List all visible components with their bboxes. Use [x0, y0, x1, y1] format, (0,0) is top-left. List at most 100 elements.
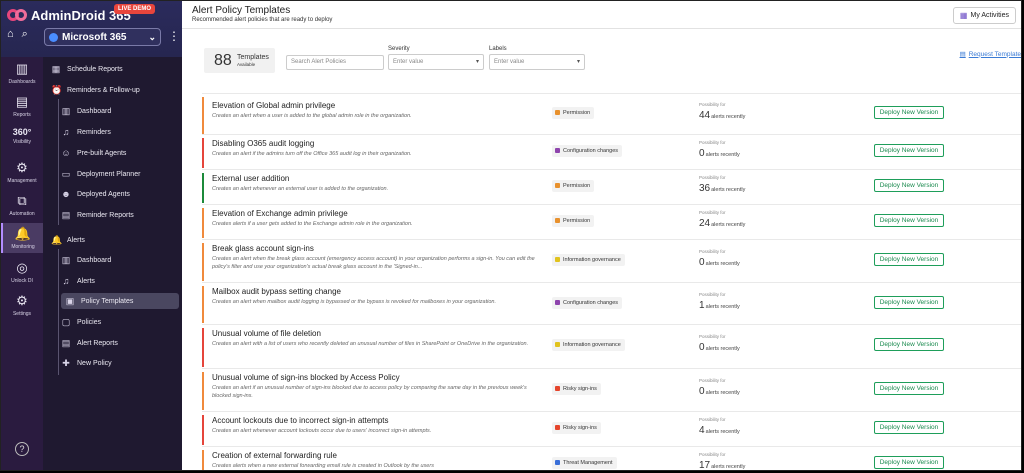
template-title[interactable]: Elevation of Exchange admin privilege — [212, 209, 348, 218]
dashboards-icon: ▥ — [15, 61, 29, 76]
rail-unlock-di[interactable]: ◎ Unlock DI — [1, 260, 43, 284]
rail-settings[interactable]: ⚙ Settings — [1, 293, 43, 317]
label-color-icon — [555, 183, 560, 188]
policy-icon: ▢ — [61, 316, 71, 327]
template-title[interactable]: Unusual volume of file deletion — [212, 329, 321, 338]
deploy-new-version-button[interactable]: Deploy New Version — [874, 214, 944, 227]
list-item[interactable]: Elevation of Global admin privilege Crea… — [202, 93, 1021, 134]
template-title[interactable]: External user addition — [212, 174, 289, 183]
list-item[interactable]: Unusual volume of file deletion Creates … — [202, 324, 1021, 368]
labels-select[interactable]: Enter value ▾ — [489, 54, 585, 70]
agent-icon: ☺ — [61, 148, 71, 158]
tenant-selector[interactable]: Microsoft 365 ⌄ — [44, 28, 161, 46]
page-title: Alert Policy Templates — [192, 5, 291, 16]
list-item[interactable]: External user addition Creates an alert … — [202, 169, 1021, 204]
calendar-icon: ▦ — [51, 63, 61, 74]
list-item[interactable]: Account lockouts due to incorrect sign-i… — [202, 411, 1021, 446]
rail-visibility[interactable]: 360° Visibility — [1, 127, 43, 145]
rail-management[interactable]: ⚙ Management — [1, 160, 43, 184]
search-input[interactable]: Search Alert Policies — [286, 55, 384, 70]
list-item[interactable]: Mailbox audit bypass setting change Crea… — [202, 282, 1021, 324]
list-item[interactable]: Creation of external forwarding rule Cre… — [202, 446, 1021, 470]
nav-reminders[interactable]: ♫ Reminders — [61, 124, 111, 140]
label-color-icon — [555, 460, 560, 465]
report-icon: ▤ — [61, 337, 71, 348]
filter-toolbar: 88 Templates Available Search Alert Poli… — [182, 29, 1021, 91]
template-description: Creates an alert when a user is added to… — [212, 113, 412, 119]
deploy-new-version-button[interactable]: Deploy New Version — [874, 382, 944, 395]
template-description: Creates an alert when the break glass ac… — [212, 256, 535, 270]
template-title[interactable]: Unusual volume of sign-ins blocked by Ac… — [212, 373, 400, 382]
app-window: AdminDroid 365 LIVE DEMO ⌂ ⌕ Microsoft 3… — [0, 0, 1022, 471]
deploy-new-version-button[interactable]: Deploy New Version — [874, 296, 944, 309]
automation-icon: ⧉ — [17, 193, 27, 208]
home-icon[interactable]: ⌂ — [7, 29, 14, 40]
alert-count: 1alerts recently — [699, 300, 740, 311]
template-title[interactable]: Account lockouts due to incorrect sign-i… — [212, 416, 389, 425]
template-label: Risky sign-ins — [552, 383, 601, 395]
nav-reminders-followup[interactable]: ⏰ Reminders & Follow-up — [51, 82, 140, 98]
management-icon: ⚙ — [16, 160, 28, 175]
nav-schedule-reports[interactable]: ▦ Schedule Reports — [51, 61, 123, 77]
rail-automation[interactable]: ⧉ Automation — [1, 193, 43, 217]
deploy-new-version-button[interactable]: Deploy New Version — [874, 179, 944, 192]
nav-alerts-alerts[interactable]: ♫ Alerts — [61, 273, 95, 289]
templates-list: Elevation of Global admin privilege Crea… — [202, 93, 1021, 470]
template-title[interactable]: Disabling O365 audit logging — [212, 139, 314, 148]
template-title[interactable]: Elevation of Global admin privilege — [212, 101, 335, 110]
nav-policy-templates[interactable]: ▣ Policy Templates — [61, 293, 179, 309]
deploy-new-version-button[interactable]: Deploy New Version — [874, 338, 944, 351]
nav-reminders-dashboard[interactable]: ▥ Dashboard — [61, 103, 112, 119]
nav-new-policy[interactable]: ✚ New Policy — [61, 355, 111, 371]
nav-reminder-reports[interactable]: ▤ Reminder Reports — [61, 207, 134, 223]
brand-bar: AdminDroid 365 LIVE DEMO ⌂ ⌕ Microsoft 3… — [1, 1, 182, 57]
severity-select[interactable]: Enter value ▾ — [388, 54, 484, 70]
template-title[interactable]: Break glass account sign-ins — [212, 244, 314, 253]
logo[interactable]: AdminDroid 365 — [7, 8, 131, 23]
rail-dashboards[interactable]: ▥ Dashboards — [1, 61, 43, 85]
monitoring-icon: 🔔 — [14, 226, 32, 241]
nav-alert-reports[interactable]: ▤ Alert Reports — [61, 335, 118, 351]
planner-icon: ▭ — [61, 168, 71, 179]
my-activities-button[interactable]: ▦ My Activities — [952, 7, 1016, 24]
nav-prebuilt-agents[interactable]: ☺ Pre-built Agents — [61, 145, 126, 161]
template-icon: ▣ — [65, 295, 75, 306]
request-template-link[interactable]: ▤ Request Template — [960, 50, 1021, 59]
deploy-new-version-button[interactable]: Deploy New Version — [874, 253, 944, 266]
template-description: Creates an alert if an unusual number of… — [212, 385, 527, 399]
alert-count: 36alerts recently — [699, 183, 746, 194]
nav-deployed-agents[interactable]: ☻ Deployed Agents — [61, 186, 130, 202]
template-title[interactable]: Mailbox audit bypass setting change — [212, 287, 341, 296]
search-icon[interactable]: ⌕ — [22, 29, 28, 40]
labels-label: Labels — [489, 46, 507, 52]
list-item[interactable]: Break glass account sign-ins Creates an … — [202, 239, 1021, 282]
list-item[interactable]: Elevation of Exchange admin privilege Cr… — [202, 204, 1021, 239]
alert-count: 44alerts recently — [699, 110, 746, 121]
help-icon[interactable]: ? — [15, 442, 29, 456]
settings-icon: ⚙ — [16, 293, 28, 308]
label-color-icon — [555, 386, 560, 391]
list-item[interactable]: Unusual volume of sign-ins blocked by Ac… — [202, 368, 1021, 411]
list-item[interactable]: Disabling O365 audit logging Creates an … — [202, 134, 1021, 169]
unlock-di-icon: ◎ — [16, 260, 28, 275]
label-color-icon — [555, 148, 560, 153]
label-color-icon — [555, 425, 560, 430]
nav-alerts-dashboard[interactable]: ▥ Dashboard — [61, 252, 112, 268]
rail-reports[interactable]: ▤ Reports — [1, 94, 43, 118]
template-title[interactable]: Creation of external forwarding rule — [212, 451, 337, 460]
label-color-icon — [555, 300, 560, 305]
deploy-new-version-button[interactable]: Deploy New Version — [874, 144, 944, 157]
nav-alerts[interactable]: 🔔 Alerts — [51, 232, 85, 248]
page-subtitle: Recommended alert policies that are read… — [192, 17, 333, 23]
label-color-icon — [555, 110, 560, 115]
deploy-new-version-button[interactable]: Deploy New Version — [874, 421, 944, 434]
deploy-new-version-button[interactable]: Deploy New Version — [874, 456, 944, 469]
template-description: Creates an alert if the admins turn off … — [212, 151, 412, 157]
more-options-icon[interactable]: ⋮ — [168, 29, 180, 43]
rail-monitoring[interactable]: 🔔 Monitoring — [1, 223, 43, 253]
template-label: Threat Management — [552, 457, 617, 469]
deploy-new-version-button[interactable]: Deploy New Version — [874, 106, 944, 119]
nav-policies[interactable]: ▢ Policies — [61, 314, 101, 330]
new-policy-icon: ✚ — [62, 357, 70, 368]
nav-deployment-planner[interactable]: ▭ Deployment Planner — [61, 166, 141, 182]
